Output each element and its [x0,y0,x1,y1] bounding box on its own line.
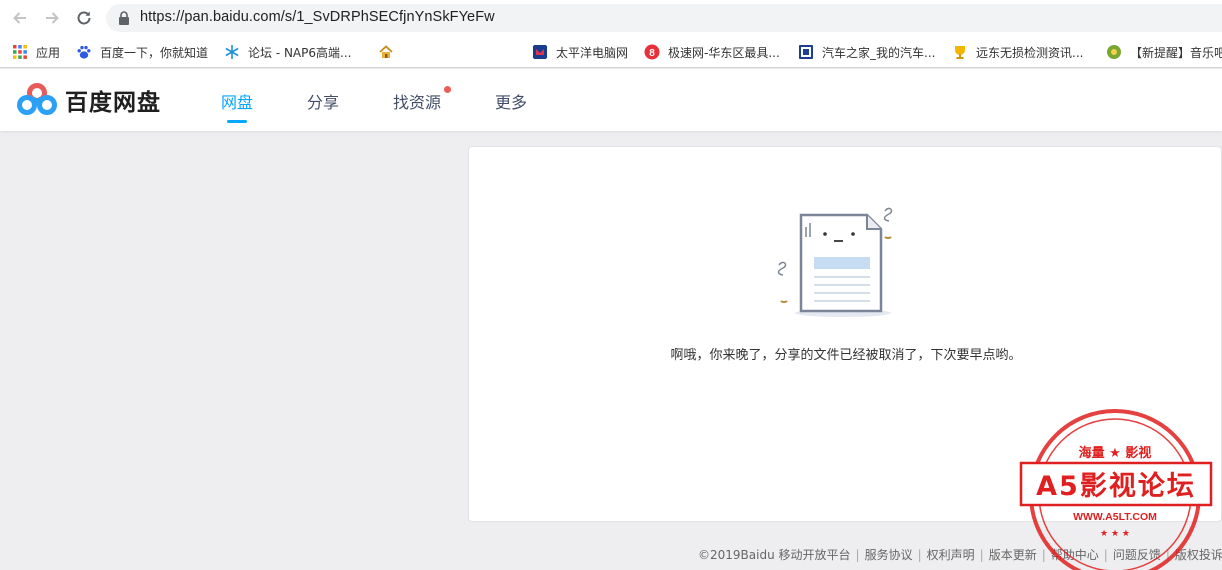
reload-icon[interactable] [72,6,96,30]
svg-text:A5影视论坛: A5影视论坛 [1036,471,1196,502]
bookmark-apps[interactable]: 应用 [12,42,60,62]
url-text[interactable]: https://pan.baidu.com/s/1_SvDRPhSECfjnYn… [140,9,495,25]
copyright-text: ©2019Baidu [698,548,775,562]
autohome-icon [799,45,813,59]
footer-link-open-platform[interactable]: 移动开放平台 [779,548,851,562]
address-bar[interactable]: https://pan.baidu.com/s/1_SvDRPhSECfjnYn… [106,4,1222,32]
notification-dot [444,86,451,93]
pconline-icon [533,45,547,59]
footer-link-service-agreement[interactable]: 服务协议 [865,548,913,562]
bookmark-label: 远东无损检测资讯... [976,45,1084,60]
bookmark-home[interactable] [378,42,402,62]
home-icon [379,45,393,58]
logo-text: 百度网盘 [65,90,161,116]
active-tab-indicator [227,120,247,123]
bookmark-label: 论坛 - NAP6高端... [248,45,352,60]
nav-tab-share[interactable]: 分享 [307,89,339,113]
a5-forum-watermark-stamp: 海量 ★ 影视 A5影视论坛 WWW.A5LT.COM ★ ★ ★ [1019,409,1213,570]
empty-document-illustration [777,207,893,317]
footer-separator: | [917,548,922,562]
baidu-netdisk-logo[interactable]: 百度网盘 [17,83,161,117]
browser-toolbar: https://pan.baidu.com/s/1_SvDRPhSECfjnYn… [0,0,1222,36]
bookmark-autohome[interactable]: 汽车之家_我的汽车... [798,42,935,62]
bookmark-baidu[interactable]: 百度一下，你就知道 [76,42,208,62]
bookmark-yuandong[interactable]: 远东无损检测资讯... [952,42,1083,62]
bookmark-label: 百度一下，你就知道 [100,45,209,60]
footer-link-rights[interactable]: 权利声明 [927,548,975,562]
svg-text:★ ★ ★: ★ ★ ★ [1100,529,1130,539]
svg-text:8: 8 [649,48,655,59]
bookmark-label: 【新提醒】音乐吧 [1130,45,1222,60]
bookmark-pconline[interactable]: 太平洋电脑网 [532,42,628,62]
share-cancelled-message: 啊哦，你来晚了，分享的文件已经被取消了，下次要早点哟。 [670,348,1022,363]
forward-arrow-icon[interactable] [40,6,64,30]
bookmark-label: 太平洋电脑网 [556,45,629,60]
bookmark-music[interactable]: 【新提醒】音乐吧 [1106,42,1222,62]
trophy-icon [955,46,965,59]
apps-grid-icon [13,45,27,59]
snowflake-icon [225,45,239,59]
footer-separator: | [979,548,984,562]
footer-separator: | [855,548,860,562]
back-arrow-icon[interactable] [8,6,32,30]
svg-text:海量 ★ 影视: 海量 ★ 影视 [1079,445,1152,461]
bookmark-label: 应用 [36,45,61,60]
lock-icon [119,11,129,25]
music-icon [1107,45,1121,59]
jisu-8-icon: 8 [644,44,660,60]
nav-tab-find-resources[interactable]: 找资源 [393,89,441,113]
bookmark-jisu[interactable]: 8 极速网-华东区最具... [644,42,780,62]
nav-tab-more[interactable]: 更多 [495,89,527,113]
site-header: 百度网盘 网盘 分享 找资源 更多 [0,69,1222,131]
cloud-logo-icon [17,83,57,115]
nav-tab-netdisk[interactable]: 网盘 [221,89,253,113]
svg-text:WWW.A5LT.COM: WWW.A5LT.COM [1073,511,1157,523]
baidu-paw-icon [77,45,91,59]
bookmark-label: 极速网-华东区最具... [668,45,780,60]
bookmark-nap6-forum[interactable]: 论坛 - NAP6高端... [224,42,351,62]
bookmarks-bar: 应用 百度一下，你就知道 论坛 - NAP6高端... 太平洋电脑网 8 极速网… [0,36,1222,68]
bookmark-label: 汽车之家_我的汽车... [822,45,936,60]
